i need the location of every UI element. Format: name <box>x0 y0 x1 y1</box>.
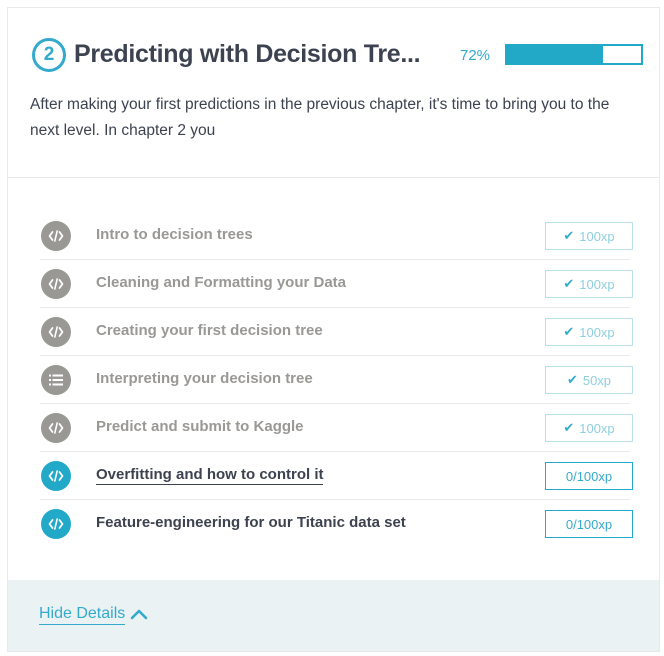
chapter-card: 2 Predicting with Decision Tre... 72% Af… <box>7 7 660 652</box>
exercise-row[interactable]: Cleaning and Formatting your Data ✔ 100xp <box>40 260 633 308</box>
chapter-footer: Hide Details <box>8 580 659 651</box>
checkmark-icon: ✔ <box>563 276 575 291</box>
code-icon <box>41 269 71 299</box>
xp-badge[interactable]: 0/100xp <box>545 510 633 538</box>
xp-badge[interactable]: ✔ 100xp <box>545 270 633 298</box>
exercise-row[interactable]: Predict and submit to Kaggle ✔ 100xp <box>40 404 633 452</box>
exercise-row[interactable]: Interpreting your decision tree ✔ 50xp <box>40 356 633 404</box>
chapter-number-badge: 2 <box>32 38 66 72</box>
xp-value: 50xp <box>582 372 612 388</box>
list-icon <box>41 365 71 395</box>
xp-value: 0/100xp <box>565 516 613 532</box>
code-icon <box>41 317 71 347</box>
checkmark-icon: ✔ <box>566 372 578 387</box>
code-icon <box>41 413 71 443</box>
checkmark-icon: ✔ <box>563 324 575 339</box>
hide-details-link[interactable]: Hide Details <box>39 605 126 625</box>
exercise-title[interactable]: Cleaning and Formatting your Data <box>96 274 346 291</box>
chapter-header: 2 Predicting with Decision Tre... 72% Af… <box>8 8 659 178</box>
checkmark-icon: ✔ <box>563 420 575 435</box>
exercise-row[interactable]: Creating your first decision tree ✔ 100xp <box>40 308 633 356</box>
exercise-row[interactable]: Intro to decision trees ✔ 100xp <box>40 212 633 260</box>
exercise-row[interactable]: Feature-engineering for our Titanic data… <box>40 500 633 548</box>
code-icon <box>41 461 71 491</box>
exercise-title[interactable]: Feature-engineering for our Titanic data… <box>96 514 406 531</box>
xp-badge[interactable]: ✔ 50xp <box>545 366 633 394</box>
code-icon <box>41 221 71 251</box>
checkmark-icon: ✔ <box>563 228 575 243</box>
xp-value: 100xp <box>579 324 615 340</box>
progress-bar <box>505 44 643 65</box>
xp-badge[interactable]: ✔ 100xp <box>545 318 633 346</box>
xp-value: 100xp <box>579 228 615 244</box>
xp-value: 100xp <box>579 276 615 292</box>
chapter-title: Predicting with Decision Tre... <box>74 40 421 68</box>
xp-badge[interactable]: 0/100xp <box>545 462 633 490</box>
progress-bar-fill <box>507 46 604 63</box>
exercise-title[interactable]: Overfitting and how to control it <box>96 466 324 485</box>
chapter-description: After making your first predictions in t… <box>30 96 610 139</box>
xp-value: 100xp <box>579 420 615 436</box>
xp-value: 0/100xp <box>565 468 613 484</box>
code-icon <box>41 509 71 539</box>
exercise-row[interactable]: Overfitting and how to control it 0/100xp <box>40 452 633 500</box>
xp-badge[interactable]: ✔ 100xp <box>545 222 633 250</box>
exercise-list: Intro to decision trees ✔ 100xp Cleaning an… <box>40 212 633 548</box>
xp-badge[interactable]: ✔ 100xp <box>545 414 633 442</box>
exercise-title[interactable]: Predict and submit to Kaggle <box>96 418 304 435</box>
exercise-title[interactable]: Intro to decision trees <box>96 226 253 243</box>
progress-percent: 72% <box>460 47 491 64</box>
exercise-title[interactable]: Interpreting your decision tree <box>96 370 313 387</box>
exercise-title[interactable]: Creating your first decision tree <box>96 322 323 339</box>
chevron-up-icon[interactable] <box>130 607 148 621</box>
